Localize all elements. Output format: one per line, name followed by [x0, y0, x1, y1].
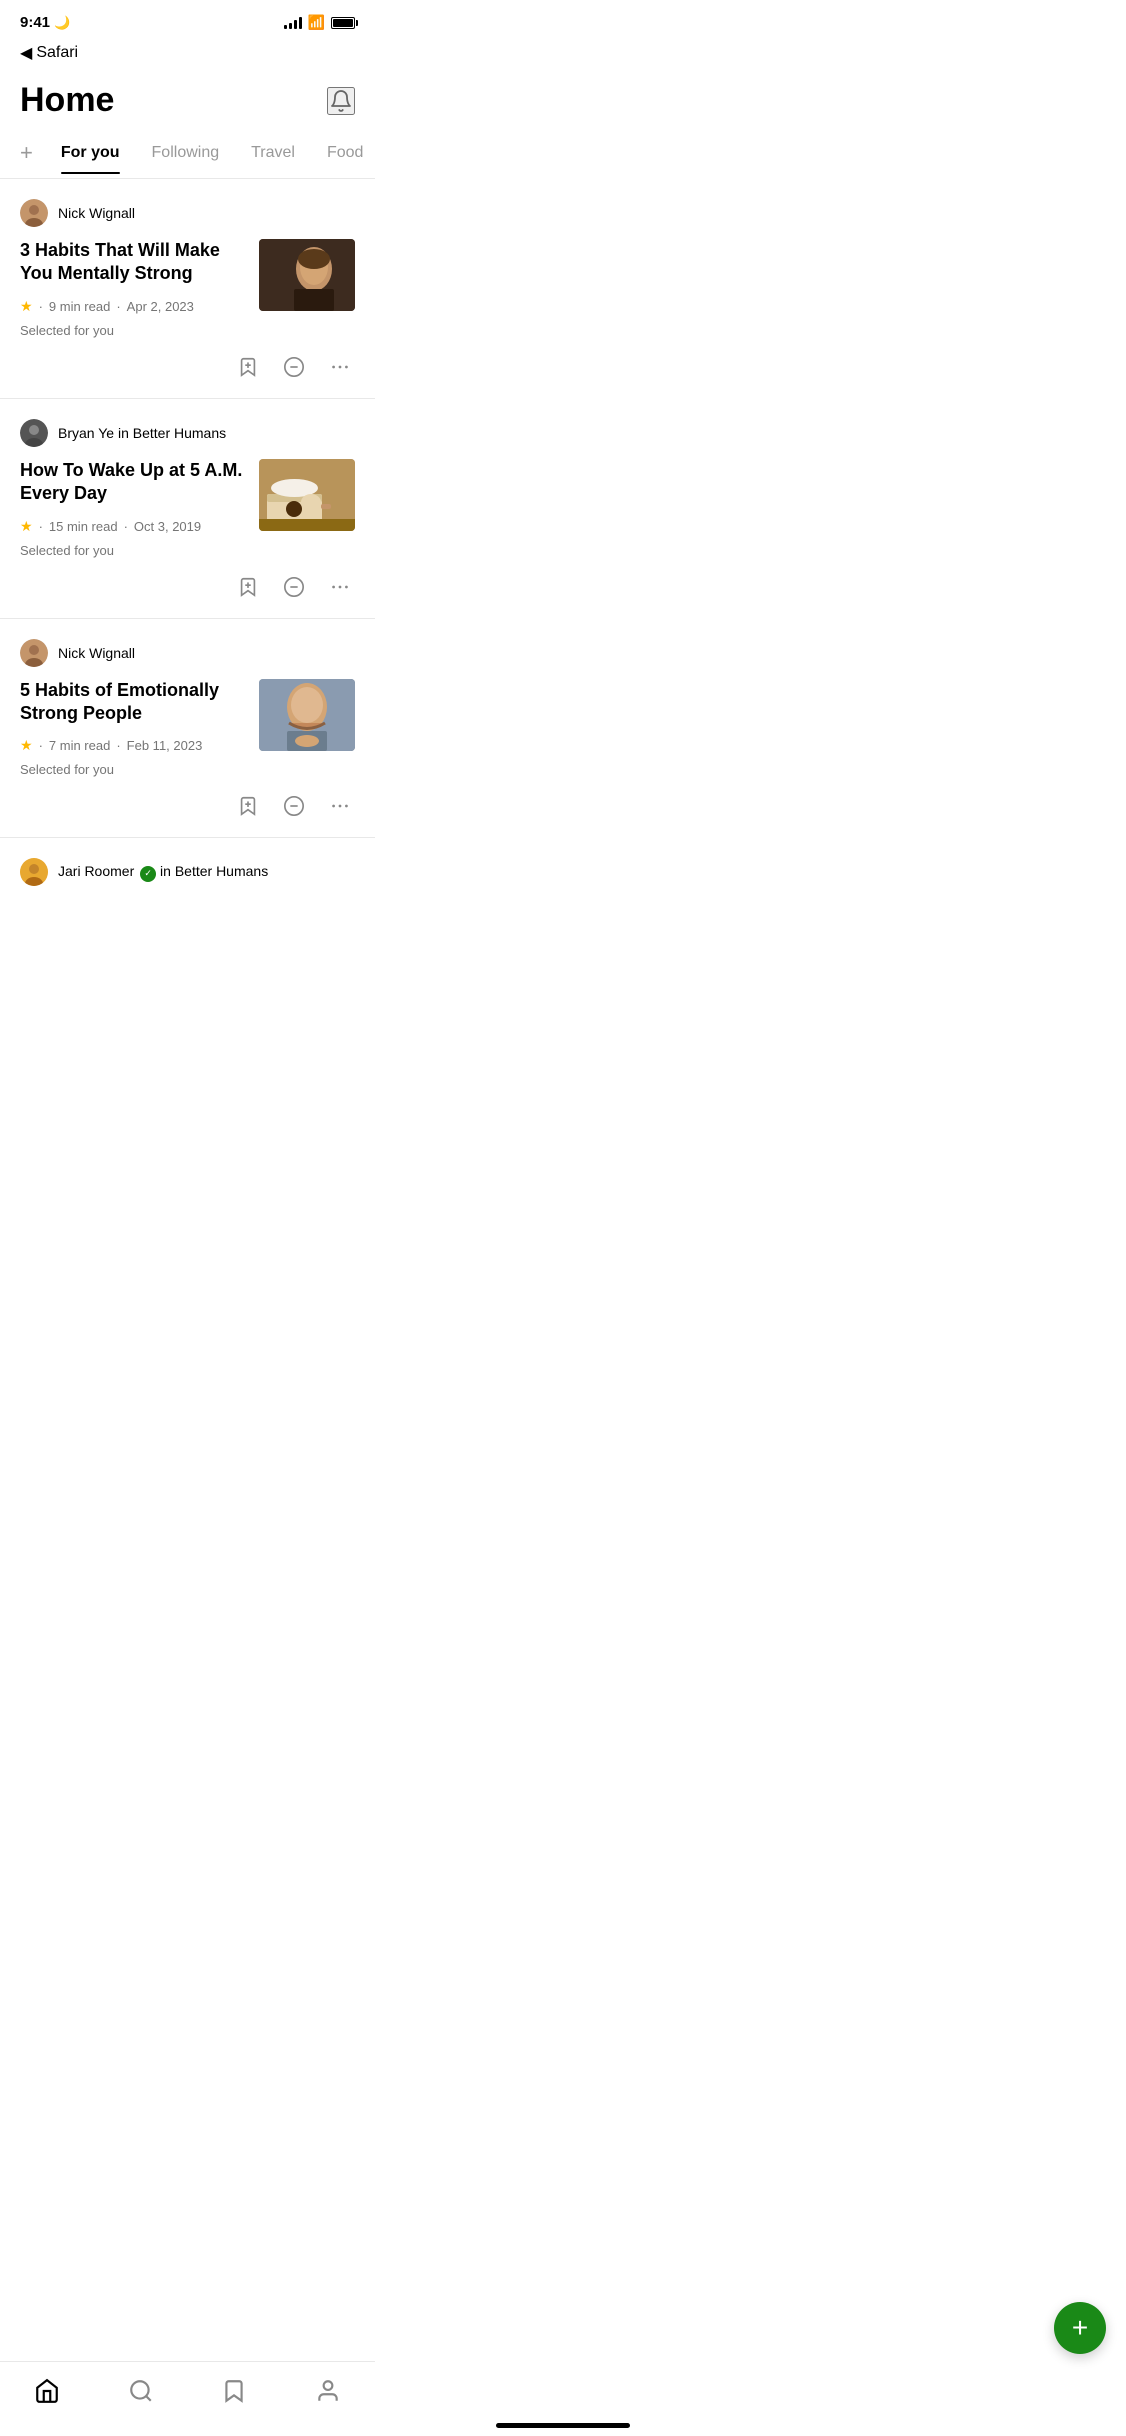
hide-button[interactable]	[279, 352, 309, 382]
article-date: Feb 11, 2023	[127, 738, 203, 753]
article-meta: ★ · 9 min read · Apr 2, 2023	[20, 298, 243, 315]
article-body: 5 Habits of Emotionally Strong People ★ …	[20, 679, 355, 782]
avatar	[20, 858, 48, 886]
article-meta: ★ · 7 min read · Feb 11, 2023	[20, 737, 243, 754]
bottom-navigation	[0, 2361, 375, 2436]
page-header: Home	[0, 73, 375, 140]
verified-icon: ✓	[140, 866, 156, 882]
star-icon: ★	[20, 737, 33, 754]
star-icon: ★	[20, 298, 33, 315]
article-title: 3 Habits That Will Make You Mentally Str…	[20, 239, 243, 286]
article-tag: Selected for you	[20, 762, 243, 777]
status-left: 9:41 🌙	[20, 14, 70, 31]
avatar	[20, 199, 48, 227]
nav-bookmarks[interactable]	[205, 2374, 263, 2408]
table-row[interactable]: Nick Wignall 3 Habits That Will Make You…	[0, 179, 375, 399]
article-list: Nick Wignall 3 Habits That Will Make You…	[0, 179, 375, 886]
back-arrow-icon: ◀	[20, 43, 32, 63]
article-title: 5 Habits of Emotionally Strong People	[20, 679, 243, 726]
article-body: 3 Habits That Will Make You Mentally Str…	[20, 239, 355, 342]
star-icon: ★	[20, 518, 33, 535]
article-thumbnail	[259, 239, 355, 311]
article-text: 3 Habits That Will Make You Mentally Str…	[20, 239, 243, 342]
bookmark-icon	[221, 2378, 247, 2404]
nav-home[interactable]	[18, 2374, 76, 2408]
article-thumbnail	[259, 459, 355, 531]
more-button[interactable]	[325, 572, 355, 602]
read-time: 15 min read	[49, 519, 118, 534]
author-name: Nick Wignall	[58, 205, 135, 221]
table-row[interactable]: Jari Roomer ✓ in Better Humans	[0, 838, 375, 886]
home-icon	[34, 2378, 60, 2404]
status-right: 📶	[284, 14, 355, 31]
add-topic-button[interactable]: +	[16, 140, 45, 178]
nav-profile[interactable]	[299, 2374, 357, 2408]
tab-bar: + For you Following Travel Food	[0, 140, 375, 179]
hide-button[interactable]	[279, 572, 309, 602]
article-tag: Selected for you	[20, 323, 243, 338]
moon-icon: 🌙	[54, 15, 70, 31]
article-actions	[20, 791, 355, 821]
table-row[interactable]: Nick Wignall 5 Habits of Emotionally Str…	[0, 619, 375, 839]
article-body: How To Wake Up at 5 A.M. Every Day ★ · 1…	[20, 459, 355, 562]
profile-icon	[315, 2378, 341, 2404]
article-actions	[20, 352, 355, 382]
hide-button[interactable]	[279, 791, 309, 821]
table-row[interactable]: Bryan Ye in Better Humans How To Wake Up…	[0, 399, 375, 619]
publication-name[interactable]: Better Humans	[175, 863, 268, 879]
avatar	[20, 419, 48, 447]
save-button[interactable]	[233, 791, 263, 821]
search-icon	[128, 2378, 154, 2404]
tab-for-you[interactable]: For you	[45, 144, 136, 174]
tab-food[interactable]: Food	[311, 144, 375, 174]
read-time: 9 min read	[49, 299, 110, 314]
article-text: How To Wake Up at 5 A.M. Every Day ★ · 1…	[20, 459, 243, 562]
back-label: Safari	[36, 44, 78, 62]
tab-travel[interactable]: Travel	[235, 144, 311, 174]
save-button[interactable]	[233, 352, 263, 382]
article-title: How To Wake Up at 5 A.M. Every Day	[20, 459, 243, 506]
article-actions	[20, 572, 355, 602]
avatar	[20, 639, 48, 667]
article-date: Oct 3, 2019	[134, 519, 201, 534]
article-author: Bryan Ye in Better Humans	[20, 419, 355, 447]
battery-icon	[331, 17, 355, 29]
article-tag: Selected for you	[20, 543, 243, 558]
status-bar: 9:41 🌙 📶	[0, 0, 375, 39]
page-title: Home	[20, 81, 114, 120]
author-name: Nick Wignall	[58, 645, 135, 661]
status-time: 9:41	[20, 14, 50, 31]
create-button[interactable]: +	[1054, 2302, 1106, 2354]
article-text: 5 Habits of Emotionally Strong People ★ …	[20, 679, 243, 782]
article-author: Nick Wignall	[20, 639, 355, 667]
publication-name[interactable]: Better Humans	[133, 425, 226, 441]
back-navigation[interactable]: ◀ Safari	[0, 39, 375, 73]
notification-button[interactable]	[327, 87, 355, 115]
nav-search[interactable]	[112, 2374, 170, 2408]
author-name: Bryan Ye in Better Humans	[58, 425, 226, 441]
plus-icon: +	[1072, 2314, 1088, 2342]
article-date: Apr 2, 2023	[127, 299, 194, 314]
more-button[interactable]	[325, 352, 355, 382]
home-indicator	[496, 2423, 630, 2428]
article-meta: ★ · 15 min read · Oct 3, 2019	[20, 518, 243, 535]
article-author: Nick Wignall	[20, 199, 355, 227]
author-name: Jari Roomer ✓ in Better Humans	[58, 863, 268, 882]
save-button[interactable]	[233, 572, 263, 602]
signal-icon	[284, 17, 302, 29]
read-time: 7 min read	[49, 738, 110, 753]
more-button[interactable]	[325, 791, 355, 821]
article-thumbnail	[259, 679, 355, 751]
tab-following[interactable]: Following	[136, 144, 236, 174]
wifi-icon: 📶	[308, 14, 325, 31]
article-author: Jari Roomer ✓ in Better Humans	[20, 858, 355, 886]
